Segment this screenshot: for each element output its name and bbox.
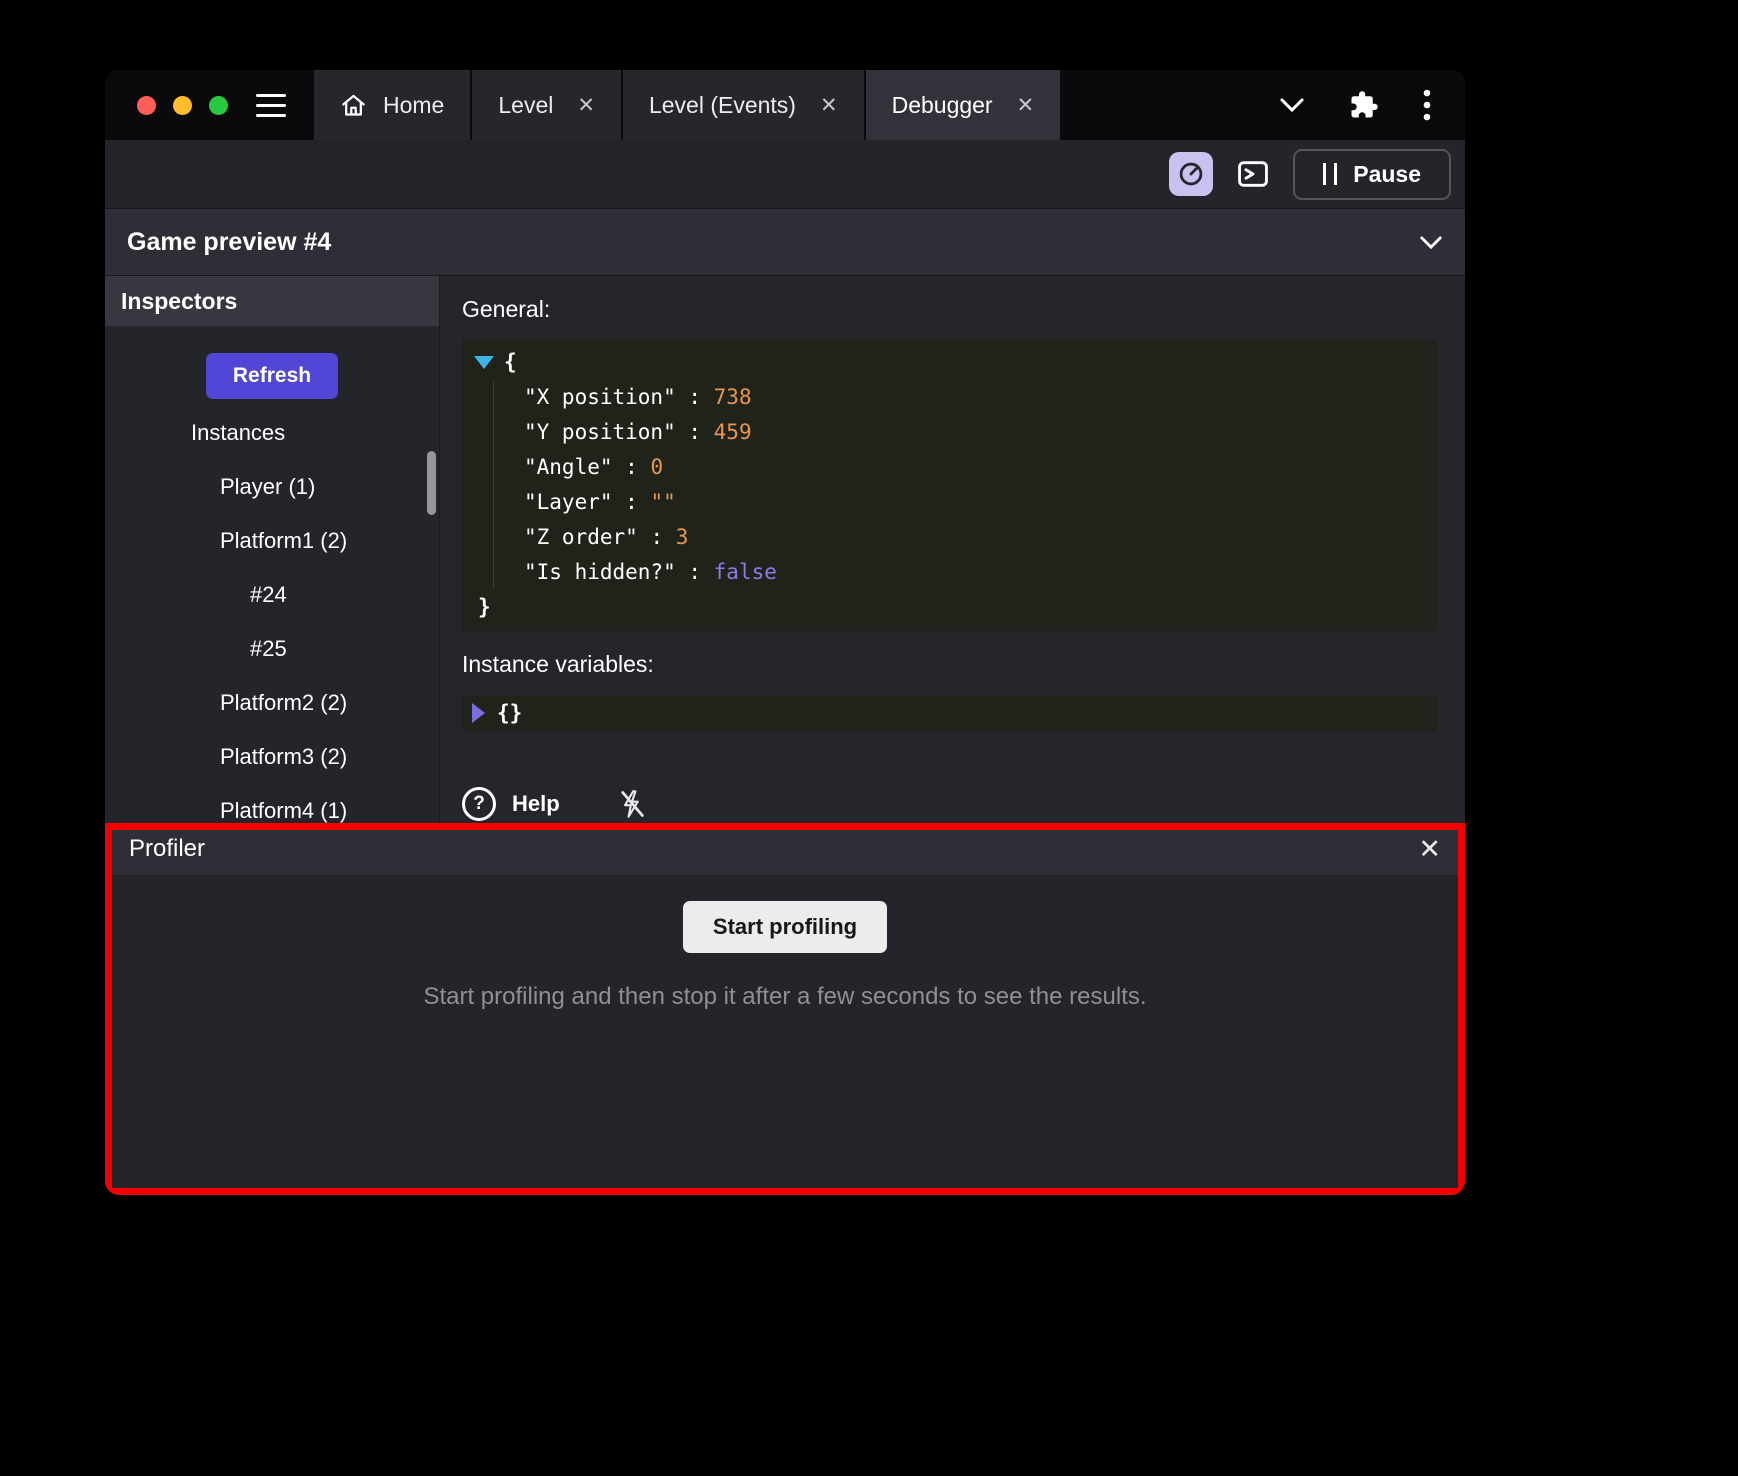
json-value: 738: [714, 385, 752, 409]
json-indent-guide: [493, 381, 494, 589]
instances-tree: Instances Player (1) Platform1 (2) #24 #…: [105, 406, 439, 823]
json-property-row: "Z order" : 3: [474, 520, 1425, 555]
game-preview-header[interactable]: Game preview #4: [105, 208, 1465, 276]
extensions-puzzle-icon[interactable]: [1349, 90, 1379, 120]
start-profiling-button[interactable]: Start profiling: [683, 901, 887, 953]
tab-close-icon[interactable]: ✕: [820, 93, 838, 118]
json-colon: :: [613, 490, 651, 514]
general-section-label: General:: [462, 276, 1437, 323]
inspectors-header: Inspectors: [105, 276, 439, 326]
json-colon: :: [638, 525, 676, 549]
tab-level[interactable]: Level ✕: [472, 70, 621, 140]
inspector-detail-panel: General: { "X position" : 738 "Y positio…: [440, 276, 1465, 823]
hamburger-menu-icon[interactable]: [256, 94, 286, 117]
json-property-row: "Angle" : 0: [474, 450, 1425, 485]
json-key: "X position": [524, 385, 676, 409]
tree-item-25[interactable]: #25: [105, 622, 439, 676]
window-minimize-button[interactable]: [173, 96, 192, 115]
help-icon[interactable]: ?: [462, 787, 496, 821]
json-key: "Y position": [524, 420, 676, 444]
profiler-hint-text: Start profiling and then stop it after a…: [423, 983, 1146, 1011]
json-root-row: {: [474, 345, 1425, 380]
profiler-close-icon[interactable]: ✕: [1418, 836, 1441, 863]
home-icon: [340, 92, 367, 119]
json-key: "Angle": [524, 455, 613, 479]
profiler-toggle-icon[interactable]: [1169, 152, 1213, 196]
profiler-panel: Profiler ✕ Start profiling Start profili…: [105, 823, 1465, 1195]
tree-item-platform3[interactable]: Platform3 (2): [105, 730, 439, 784]
chevron-down-icon[interactable]: [1419, 235, 1443, 250]
inspectors-panel: Inspectors Refresh Instances Player (1) …: [105, 276, 440, 823]
flash-off-icon[interactable]: [618, 789, 646, 819]
tab-debugger[interactable]: Debugger ✕: [866, 70, 1061, 140]
tab-home[interactable]: Home: [314, 70, 470, 140]
collapse-triangle-icon[interactable]: [474, 356, 494, 369]
tabbar-right-controls: [1279, 70, 1465, 140]
tab-label: Home: [383, 92, 444, 119]
json-value: 459: [714, 420, 752, 444]
profiler-header: Profiler ✕: [105, 823, 1465, 875]
tree-root-instances[interactable]: Instances: [105, 406, 439, 460]
json-colon: :: [613, 455, 651, 479]
tree-scrollbar[interactable]: [427, 451, 436, 515]
help-row: ? Help: [462, 787, 1437, 821]
json-colon: :: [676, 560, 714, 584]
json-open-brace: {: [504, 345, 517, 380]
inspectors-title: Inspectors: [121, 288, 237, 315]
debugger-body: Inspectors Refresh Instances Player (1) …: [105, 276, 1465, 823]
game-preview-title: Game preview #4: [127, 228, 331, 257]
tab-strip: Home Level ✕ Level (Events) ✕ Debugger ✕: [314, 70, 1060, 140]
expand-triangle-icon[interactable]: [472, 703, 485, 723]
json-value: 0: [650, 455, 663, 479]
tree-item-platform2[interactable]: Platform2 (2): [105, 676, 439, 730]
tab-close-icon[interactable]: ✕: [1017, 93, 1035, 118]
json-value: false: [714, 560, 777, 584]
inspectors-content: Refresh Instances Player (1) Platform1 (…: [105, 326, 439, 823]
json-property-row: "X position" : 738: [474, 380, 1425, 415]
profiler-title: Profiler: [129, 835, 205, 863]
console-icon[interactable]: [1231, 152, 1275, 196]
json-property-row: "Y position" : 459: [474, 415, 1425, 450]
json-key: "Layer": [524, 490, 613, 514]
profiler-body: Start profiling Start profiling and then…: [105, 875, 1465, 1195]
json-colon: :: [676, 385, 714, 409]
debugger-toolbar: Pause: [105, 140, 1465, 208]
refresh-button[interactable]: Refresh: [206, 353, 338, 399]
tab-label: Debugger: [892, 92, 993, 119]
pause-button-label: Pause: [1353, 161, 1421, 188]
json-value: "": [650, 490, 675, 514]
json-value: 3: [676, 525, 689, 549]
instance-variables-label: Instance variables:: [462, 631, 1437, 678]
json-property-row: "Is hidden?" : false: [474, 555, 1425, 590]
variables-value: {}: [497, 701, 522, 725]
tree-item-player[interactable]: Player (1): [105, 460, 439, 514]
json-colon: :: [676, 420, 714, 444]
window-close-button[interactable]: [137, 96, 156, 115]
chevron-down-icon[interactable]: [1279, 97, 1305, 113]
traffic-lights: [105, 70, 256, 140]
pause-icon: [1323, 163, 1337, 185]
help-label[interactable]: Help: [512, 791, 560, 817]
app-window: Home Level ✕ Level (Events) ✕ Debugger ✕: [105, 70, 1465, 1195]
tree-item-platform1[interactable]: Platform1 (2): [105, 514, 439, 568]
kebab-menu-icon[interactable]: [1423, 88, 1431, 122]
instance-variables-viewer: {}: [462, 695, 1437, 731]
window-zoom-button[interactable]: [209, 96, 228, 115]
json-property-row: "Layer" : "": [474, 485, 1425, 520]
tab-bar: Home Level ✕ Level (Events) ✕ Debugger ✕: [105, 70, 1465, 140]
tree-item-24[interactable]: #24: [105, 568, 439, 622]
json-key: "Is hidden?": [524, 560, 676, 584]
pause-button[interactable]: Pause: [1293, 149, 1451, 200]
tab-label: Level: [498, 92, 553, 119]
tab-close-icon[interactable]: ✕: [577, 93, 595, 118]
json-close-brace: }: [474, 590, 1425, 625]
general-json-viewer: { "X position" : 738 "Y position" : 459 …: [462, 339, 1437, 631]
tree-item-platform4[interactable]: Platform4 (1): [105, 784, 439, 823]
tab-level-events[interactable]: Level (Events) ✕: [623, 70, 864, 140]
tab-label: Level (Events): [649, 92, 796, 119]
json-key: "Z order": [524, 525, 638, 549]
